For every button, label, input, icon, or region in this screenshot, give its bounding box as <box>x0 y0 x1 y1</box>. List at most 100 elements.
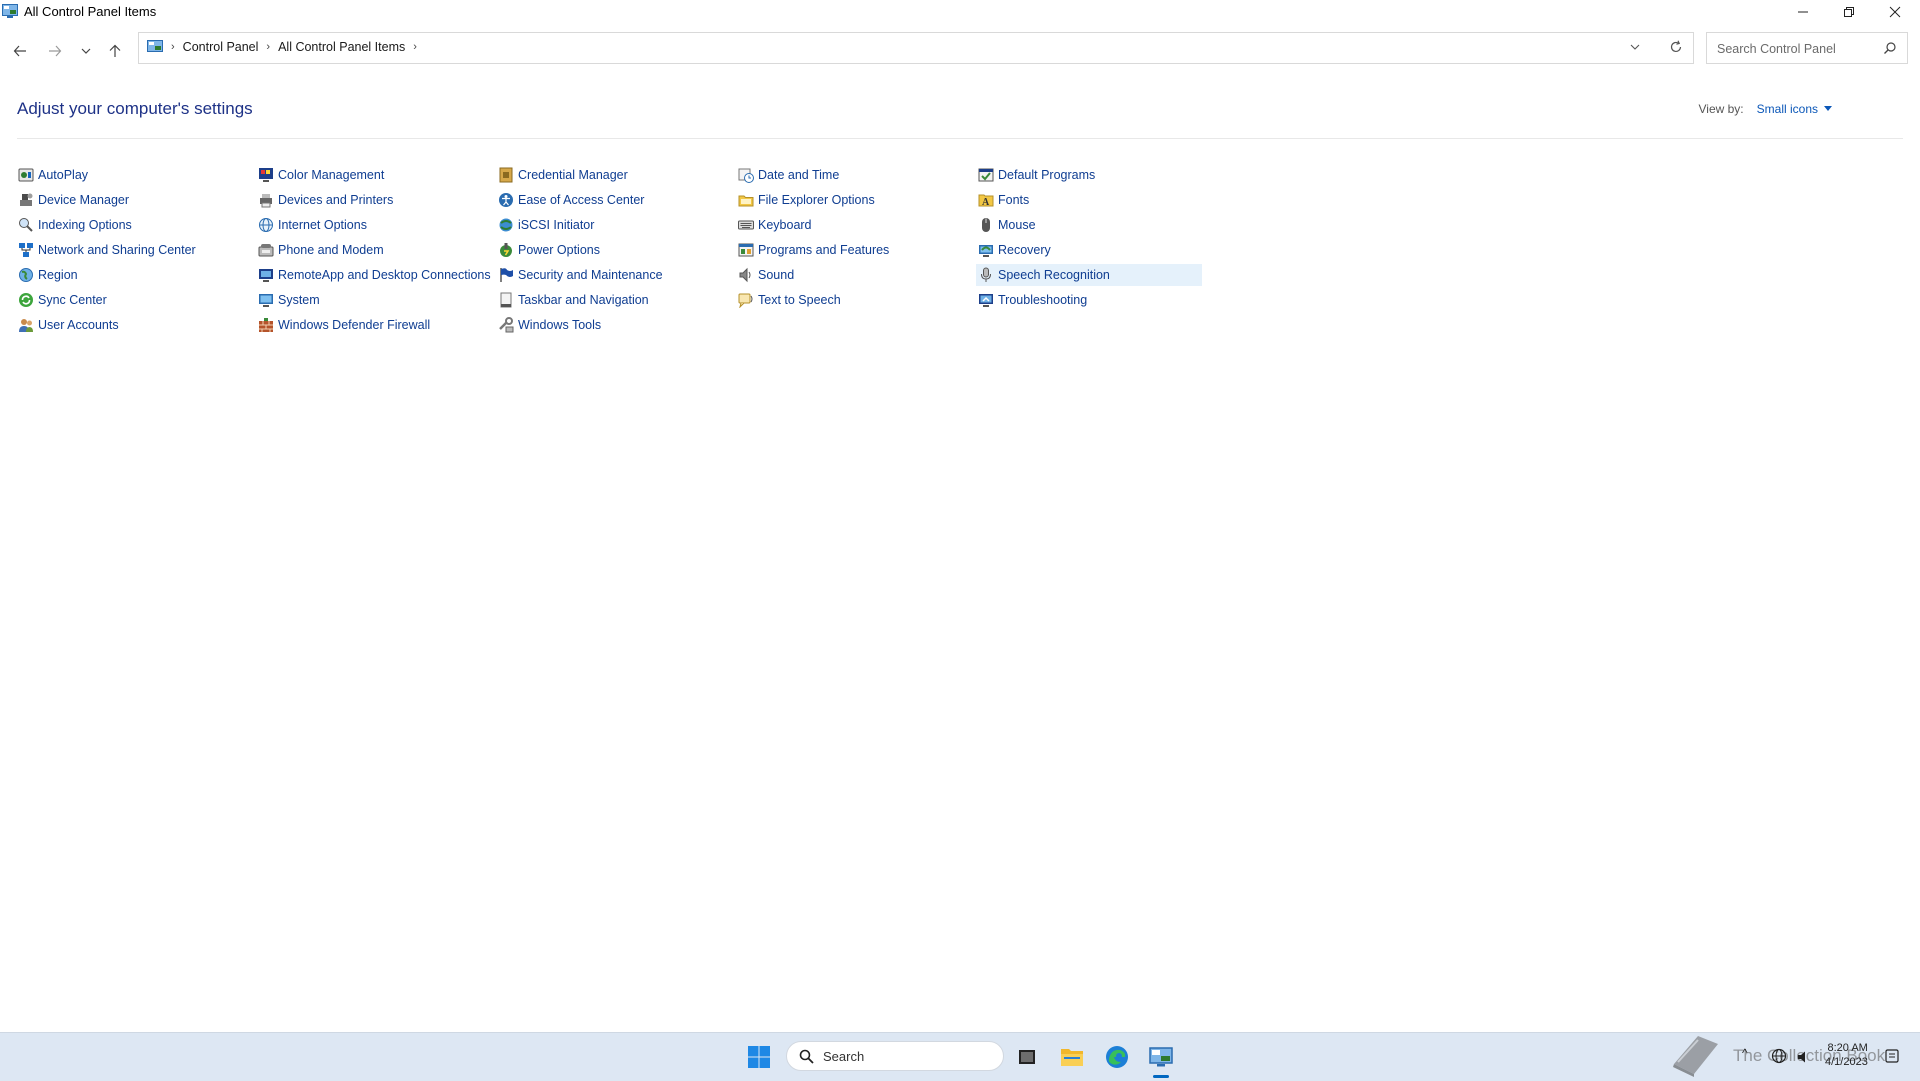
color-management-icon <box>258 167 274 183</box>
dropdown-arrow-icon[interactable] <box>1824 106 1832 112</box>
firewall-icon <box>258 317 274 333</box>
item-system[interactable]: System <box>256 289 482 311</box>
item-programs-features[interactable]: Programs and Features <box>736 239 962 261</box>
start-button[interactable] <box>747 1045 771 1074</box>
item-file-explorer-options[interactable]: File Explorer Options <box>736 189 962 211</box>
item-sound[interactable]: Sound <box>736 264 962 286</box>
item-firewall[interactable]: Windows Defender Firewall <box>256 314 482 336</box>
edge-icon <box>1106 1046 1128 1068</box>
address-history-chevron-icon[interactable] <box>1629 41 1641 53</box>
item-phone-modem[interactable]: Phone and Modem <box>256 239 482 261</box>
item-indexing-options[interactable]: Indexing Options <box>16 214 242 236</box>
view-by-dropdown[interactable]: Small icons <box>1757 102 1832 116</box>
close-button[interactable] <box>1872 0 1918 24</box>
iscsi-icon <box>498 217 514 233</box>
restore-button[interactable] <box>1826 0 1872 24</box>
power-options-icon <box>498 242 514 258</box>
tray-overflow-chevron-icon[interactable]: ^ <box>1742 1046 1748 1060</box>
item-power-options[interactable]: Power Options <box>496 239 722 261</box>
breadcrumb-separator[interactable]: › <box>266 41 270 53</box>
item-recovery[interactable]: Recovery <box>976 239 1202 261</box>
view-by-value[interactable]: Small icons <box>1757 102 1818 116</box>
task-view-button[interactable] <box>1012 1042 1042 1072</box>
item-remoteapp[interactable]: RemoteApp and Desktop Connections <box>256 264 491 286</box>
item-internet-options[interactable]: Internet Options <box>256 214 482 236</box>
default-programs-icon <box>978 167 994 183</box>
network-tray-icon[interactable] <box>1771 1048 1787 1064</box>
clock-time[interactable]: 8:20 AM <box>1825 1041 1867 1055</box>
system-clock[interactable]: 8:20 AM 4/1/2023 <box>1825 1041 1868 1069</box>
edge-button[interactable] <box>1102 1042 1132 1072</box>
phone-modem-icon <box>258 242 274 258</box>
control-panel-taskbar-button[interactable] <box>1146 1042 1176 1072</box>
navigation-bar: › Control Panel › All Control Panel Item… <box>0 30 1920 68</box>
item-fonts[interactable]: A Fonts <box>976 189 1202 211</box>
back-button[interactable] <box>7 38 33 64</box>
item-security-maintenance[interactable]: Security and Maintenance <box>496 264 722 286</box>
search-icon[interactable] <box>1883 41 1897 55</box>
region-icon <box>18 267 34 283</box>
start-icon[interactable] <box>747 1045 771 1069</box>
item-mouse[interactable]: Mouse <box>976 214 1202 236</box>
item-credential-manager[interactable]: Credential Manager <box>496 164 722 186</box>
view-by-label: View by: <box>1698 102 1744 116</box>
close-icon <box>1889 6 1901 18</box>
mouse-icon <box>978 217 994 233</box>
control-panel-icon <box>1149 1047 1173 1067</box>
restore-icon <box>1844 7 1854 17</box>
recent-locations-button[interactable] <box>73 38 99 64</box>
device-manager-icon <box>18 192 34 208</box>
breadcrumb-control-panel[interactable]: Control Panel <box>183 40 259 54</box>
breadcrumb-separator[interactable]: › <box>171 41 175 53</box>
item-default-programs[interactable]: Default Programs <box>976 164 1202 186</box>
notifications-icon[interactable] <box>1884 1048 1900 1064</box>
view-by-control: View by: Small icons <box>1698 102 1832 116</box>
control-panel-icon <box>2 4 18 18</box>
user-accounts-icon <box>18 317 34 333</box>
address-bar[interactable]: › Control Panel › All Control Panel Item… <box>138 32 1694 64</box>
item-autoplay[interactable]: AutoPlay <box>16 164 242 186</box>
minimize-button[interactable] <box>1780 0 1826 24</box>
item-ease-of-access[interactable]: Ease of Access Center <box>496 189 722 211</box>
up-button[interactable] <box>102 38 128 64</box>
taskbar-search[interactable]: Search <box>786 1041 1004 1071</box>
item-date-time[interactable]: Date and Time <box>736 164 962 186</box>
search-icon <box>799 1049 814 1064</box>
item-sync-center[interactable]: Sync Center <box>16 289 242 311</box>
credential-manager-icon <box>498 167 514 183</box>
item-speech-recognition[interactable]: Speech Recognition <box>976 264 1202 286</box>
item-troubleshooting[interactable]: Troubleshooting <box>976 289 1202 311</box>
item-iscsi-initiator[interactable]: iSCSI Initiator <box>496 214 722 236</box>
windows-tools-icon <box>498 317 514 333</box>
microphone-icon <box>978 267 994 283</box>
taskbar: Search <box>0 1032 1920 1081</box>
item-text-to-speech[interactable]: Text to Speech <box>736 289 962 311</box>
header-divider <box>17 138 1903 139</box>
forward-button[interactable] <box>42 38 68 64</box>
minimize-icon <box>1798 11 1808 13</box>
item-color-management[interactable]: Color Management <box>256 164 482 186</box>
item-devices-printers[interactable]: Devices and Printers <box>256 189 482 211</box>
file-explorer-icon <box>1061 1049 1083 1066</box>
item-user-accounts[interactable]: User Accounts <box>16 314 242 336</box>
item-network-sharing[interactable]: Network and Sharing Center <box>16 239 242 261</box>
back-arrow-icon <box>13 45 26 57</box>
clock-date[interactable]: 4/1/2023 <box>1825 1055 1868 1069</box>
search-box[interactable] <box>1706 32 1908 64</box>
item-keyboard[interactable]: Keyboard <box>736 214 962 236</box>
file-explorer-button[interactable] <box>1057 1042 1087 1072</box>
taskbar-search-label[interactable]: Search <box>823 1049 864 1064</box>
item-windows-tools[interactable]: Windows Tools <box>496 314 722 336</box>
item-taskbar-navigation[interactable]: Taskbar and Navigation <box>496 289 722 311</box>
volume-tray-icon[interactable] <box>1797 1050 1811 1064</box>
refresh-icon[interactable] <box>1669 40 1683 54</box>
folder-options-icon <box>738 192 754 208</box>
search-input[interactable] <box>1715 39 1879 59</box>
active-app-indicator <box>1153 1075 1169 1078</box>
breadcrumb-all-items[interactable]: All Control Panel Items <box>278 40 405 54</box>
item-region[interactable]: Region <box>16 264 242 286</box>
text-to-speech-icon <box>738 292 754 308</box>
item-device-manager[interactable]: Device Manager <box>16 189 242 211</box>
keyboard-icon <box>738 217 754 233</box>
breadcrumb-separator[interactable]: › <box>413 41 417 53</box>
